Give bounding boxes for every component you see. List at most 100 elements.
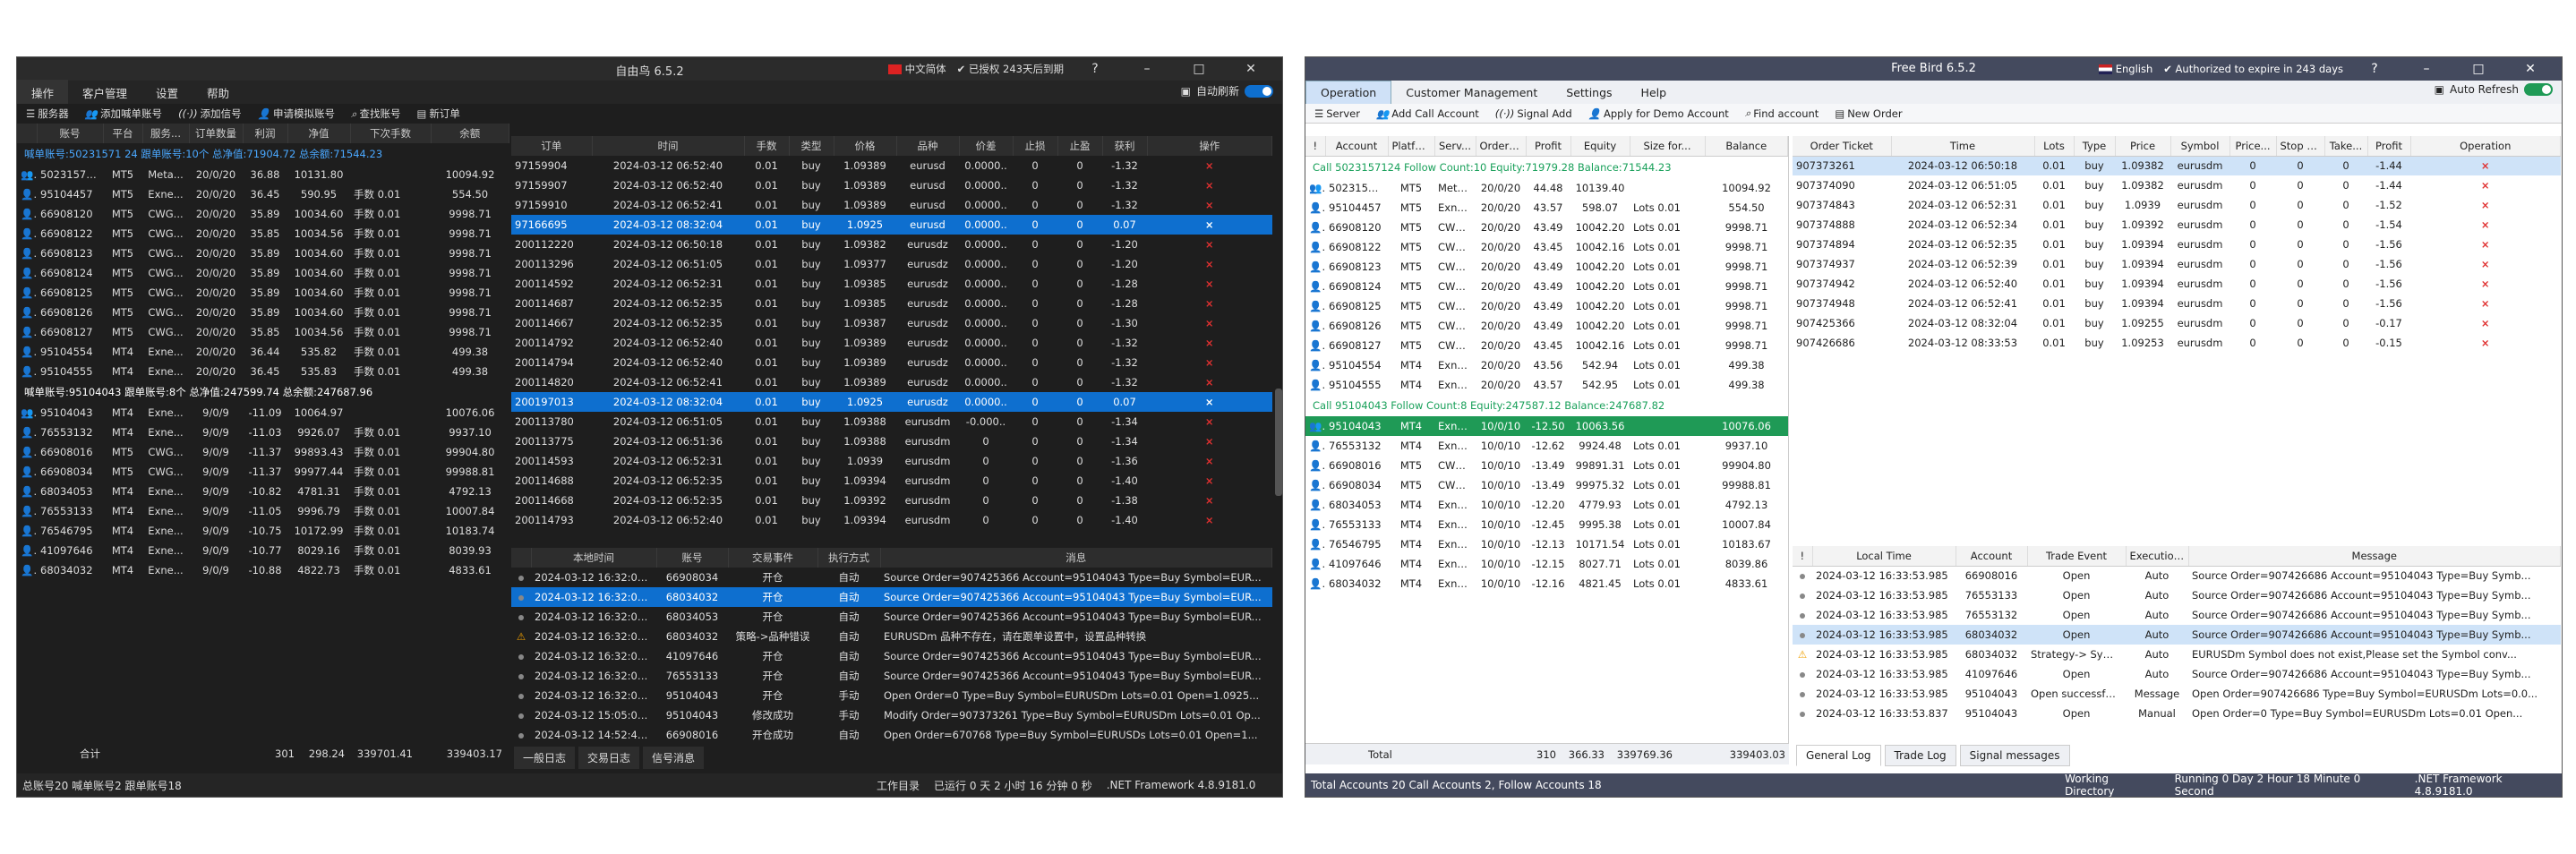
menu-settings[interactable]: 设置 <box>141 80 193 106</box>
close-order-icon[interactable]: × <box>1147 431 1272 451</box>
column-header[interactable]: 消息 <box>880 548 1272 568</box>
account-row[interactable]: 👥 95104043 MT4 Exne... 9/0/9 -11.09 10064.97 10… <box>17 403 509 423</box>
order-row[interactable]: 907373261 2024-03-12 06:50:18 0.01 buy 1.093… <box>1793 156 2561 175</box>
apply-demo-button[interactable]: 👤 Apply for Demo Account <box>1588 107 1729 120</box>
new-order-button[interactable]: ▤ New Order <box>1835 107 1902 120</box>
log-row[interactable]: 2024-03-12 16:32:04.852 68034053 开仓 自动 Sourc… <box>511 607 1272 627</box>
close-order-icon[interactable]: × <box>1147 254 1272 274</box>
column-header[interactable]: 账号 <box>656 548 729 568</box>
order-row[interactable]: 907425366 2024-03-12 08:32:04 0.01 buy 1.092… <box>1793 313 2561 333</box>
column-header[interactable]: 利润 <box>243 124 288 143</box>
account-row[interactable]: 👤 95104554 MT4 Exne... 20/0/20 43.56 542.94 Lot… <box>1305 355 1788 375</box>
order-row[interactable]: 907374888 2024-03-12 06:52:34 0.01 buy 1.093… <box>1793 215 2561 235</box>
account-row[interactable]: 👤 66908122 MT5 CWG... 20/0/20 35.85 10034.56 手数… <box>17 224 509 243</box>
order-row[interactable]: 200114593 2024-03-12 06:52:31 0.01 buy 1.093… <box>511 451 1272 471</box>
account-row[interactable]: 👤 95104555 MT4 Exne... 20/0/20 43.57 542.95 Lot… <box>1305 375 1788 395</box>
close-order-icon[interactable]: × <box>2410 313 2561 333</box>
account-row[interactable]: 👤 41097646 MT4 Exne... 10/0/10 -12.15 8027.71 L… <box>1305 554 1788 574</box>
column-header[interactable]: Price... <box>2229 136 2277 157</box>
account-row[interactable]: 👤 66908125 MT5 CWG... 20/0/20 43.49 10042.20 Lo… <box>1305 296 1788 316</box>
account-row[interactable]: 👤 66908127 MT5 CWG... 20/0/20 35.85 10034.56 手数… <box>17 322 509 342</box>
log-row[interactable]: ⚠ 2024-03-12 16:33:53.985 68034032 Strategy… <box>1793 645 2561 664</box>
column-header[interactable]: Time <box>1891 136 2035 157</box>
column-header[interactable]: Execution... <box>2126 546 2189 567</box>
account-row[interactable]: 👤 95104457 MT5 Exne... 20/0/20 36.45 590.95 手数 … <box>17 184 509 204</box>
log-row[interactable]: 2024-03-12 16:33:53.985 76553133 Open Auto S… <box>1793 585 2561 605</box>
account-row[interactable]: 👤 66908122 MT5 CWG... 20/0/20 43.45 10042.16 Lo… <box>1305 237 1788 257</box>
order-row[interactable]: 200114667 2024-03-12 06:52:35 0.01 buy 1.093… <box>511 313 1272 333</box>
column-header[interactable]: 手数 <box>744 136 790 156</box>
close-order-icon[interactable]: × <box>1147 235 1272 254</box>
order-row[interactable]: 200197013 2024-03-12 08:32:04 0.01 buy 1.092… <box>511 392 1272 412</box>
close-order-icon[interactable]: × <box>2410 215 2561 235</box>
column-header[interactable]: 止损 <box>1013 136 1058 156</box>
close-order-icon[interactable]: × <box>2410 195 2561 215</box>
order-row[interactable]: 907426686 2024-03-12 08:33:53 0.01 buy 1.092… <box>1793 333 2561 353</box>
column-header[interactable]: 下次手数 <box>350 124 432 143</box>
order-row[interactable]: 200114688 2024-03-12 06:52:35 0.01 buy 1.093… <box>511 471 1272 491</box>
language-selector[interactable]: English <box>2098 63 2152 75</box>
account-row[interactable]: 👤 95104555 MT4 Exne... 20/0/20 36.45 535.83 手数 … <box>17 362 509 381</box>
column-header[interactable]: Stop L... <box>2276 136 2325 157</box>
column-header[interactable]: ! <box>1305 136 1326 157</box>
account-row[interactable]: 👤 76546795 MT4 Exne... 9/0/9 -10.75 10172.99 手数… <box>17 521 509 541</box>
close-order-icon[interactable]: × <box>1147 274 1272 294</box>
close-order-icon[interactable]: × <box>1147 491 1272 510</box>
log-row[interactable]: 2024-03-12 16:33:53.985 68034032 Open Auto S… <box>1793 625 2561 645</box>
help-icon[interactable]: ? <box>1074 62 1116 76</box>
column-header[interactable]: Symbol <box>2170 136 2230 157</box>
account-row[interactable]: 👤 68034053 MT4 Exne... 9/0/9 -10.82 4781.31 手数 … <box>17 482 509 501</box>
account-row[interactable]: 👤 66908125 MT5 CWG... 20/0/20 35.89 10034.60 手数… <box>17 283 509 303</box>
column-header[interactable]: 订单数量 <box>189 124 244 143</box>
order-row[interactable]: 200114820 2024-03-12 06:52:41 0.01 buy 1.093… <box>511 372 1272 392</box>
menu-customer[interactable]: 客户管理 <box>68 80 141 106</box>
find-account-button[interactable]: ⌕ 查找账号 <box>351 107 400 121</box>
call-group-2[interactable]: 喊单账号:95104043 跟单账号:8个 总净值:247599.74 总余额:… <box>17 381 509 403</box>
column-header[interactable]: 账号 <box>37 124 104 143</box>
column-header[interactable]: Equity <box>1570 136 1630 157</box>
column-header[interactable]: Profit <box>1526 136 1571 157</box>
close-order-icon[interactable]: × <box>1147 510 1272 530</box>
server-button[interactable]: ☰ Server <box>1314 107 1360 120</box>
menu-help[interactable]: 帮助 <box>193 80 244 106</box>
column-header[interactable] <box>17 124 38 143</box>
order-row[interactable]: 200113775 2024-03-12 06:51:36 0.01 buy 1.093… <box>511 431 1272 451</box>
column-header[interactable]: Price <box>2115 136 2171 157</box>
maximize-button[interactable]: □ <box>2458 62 2499 76</box>
log-row[interactable]: 2024-03-12 16:32:04.852 68034032 开仓 自动 Sourc… <box>511 587 1272 607</box>
log-row[interactable]: 2024-03-12 16:33:53.985 41097646 Open Auto S… <box>1793 664 2561 684</box>
account-row[interactable]: 👤 41097646 MT4 Exne... 9/0/9 -10.77 8029.16 手数 … <box>17 541 509 560</box>
order-row[interactable]: 97159907 2024-03-12 06:52:40 0.01 buy 1.0938… <box>511 175 1272 195</box>
log-row[interactable]: 2024-03-12 16:33:53.985 66908016 Open Auto S… <box>1793 566 2561 585</box>
close-order-icon[interactable]: × <box>2410 175 2561 195</box>
close-button[interactable]: ✕ <box>2510 62 2551 76</box>
account-row[interactable]: 👤 68034032 MT4 Exne... 10/0/10 -12.16 4821.45 L… <box>1305 574 1788 594</box>
column-header[interactable]: 净值 <box>287 124 351 143</box>
column-header[interactable]: Size for... <box>1630 136 1706 157</box>
column-header[interactable]: 服务... <box>142 124 190 143</box>
account-row[interactable]: 👤 66908034 MT5 CWG... 10/0/10 -13.49 99975.32 L… <box>1305 475 1788 495</box>
order-row[interactable]: 200113780 2024-03-12 06:51:05 0.01 buy 1.093… <box>511 412 1272 431</box>
order-row[interactable]: 907374948 2024-03-12 06:52:41 0.01 buy 1.093… <box>1793 294 2561 313</box>
column-header[interactable]: 本地时间 <box>531 548 657 568</box>
account-row[interactable]: 👥 95104043 MT4 Exne... 10/0/10 -12.50 10063.56… <box>1305 415 1788 436</box>
column-header[interactable]: 时间 <box>592 136 745 156</box>
account-row[interactable]: 👤 76553133 MT4 Exne... 10/0/10 -12.45 9995.38 L… <box>1305 515 1788 534</box>
close-order-icon[interactable]: × <box>2410 235 2561 254</box>
minimize-button[interactable]: – <box>1126 62 1168 76</box>
call-group-1[interactable]: 喊单账号:50231571 24 跟单账号:10个 总净值:71904.72 总… <box>17 143 509 165</box>
close-order-icon[interactable]: × <box>2410 274 2561 294</box>
column-header[interactable]: 止盈 <box>1057 136 1103 156</box>
close-button[interactable]: ✕ <box>1230 62 1271 76</box>
account-row[interactable]: 👤 95104457 MT5 Exne... 20/0/20 43.57 598.07 Lot… <box>1305 198 1788 218</box>
column-header[interactable]: Message <box>2188 546 2561 567</box>
close-order-icon[interactable]: × <box>1147 215 1272 235</box>
column-header[interactable]: 平台 <box>103 124 143 143</box>
find-account-button[interactable]: ⌕ Find account <box>1745 107 1819 120</box>
account-row[interactable]: 👤 68034053 MT4 Exne... 10/0/10 -12.20 4779.93 L… <box>1305 495 1788 515</box>
account-row[interactable]: 👤 66908016 MT5 CWG... 10/0/10 -13.49 99891.31 L… <box>1305 456 1788 475</box>
account-row[interactable]: 👤 95104554 MT4 Exne... 20/0/20 36.44 535.82 手数 … <box>17 342 509 362</box>
working-directory-link[interactable]: Working Directory <box>2065 773 2161 797</box>
close-order-icon[interactable]: × <box>1147 175 1272 195</box>
tab-general-log[interactable]: 一般日志 <box>514 747 576 769</box>
